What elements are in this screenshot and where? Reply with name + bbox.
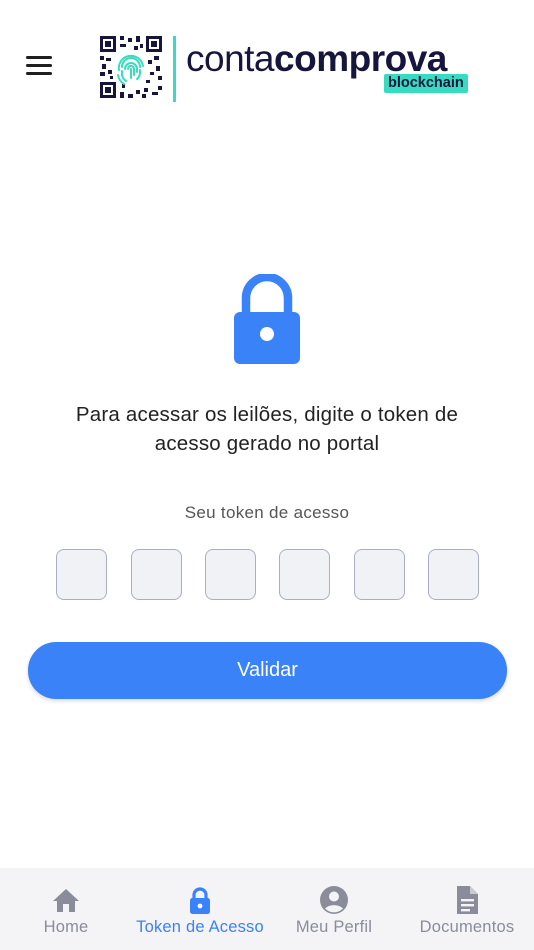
token-digit-4-input[interactable] [279,549,330,600]
instruction-text: Para acessar os leilões, digite o token … [0,400,534,458]
validate-button[interactable]: Validar [28,642,507,699]
token-digit-5-input[interactable] [353,549,405,600]
home-icon [53,889,79,912]
qr-fingerprint-logo-icon [100,36,162,98]
token-digit-3-input[interactable] [205,549,256,600]
instruction-line-2: acesso gerado no portal [154,432,380,455]
logo-word-regular: conta [186,38,275,79]
menu-icon[interactable] [26,56,52,76]
token-digit-1-input[interactable] [56,549,107,600]
tab-documentos[interactable]: Documentos [400,868,534,950]
logo-tag: blockchain [384,74,468,93]
instruction-line-1: Para acessar os leilões, digite o token … [75,403,459,426]
tab-meu-perfil[interactable]: Meu Perfil [268,868,400,950]
lock-icon [234,274,300,364]
lock-icon [190,887,210,914]
tab-documentos-label: Documentos [419,918,515,936]
tab-home-label: Home [43,918,89,936]
document-icon [457,886,478,914]
logo-word-bold: comprova [274,38,447,79]
token-digit-2-input[interactable] [130,549,182,600]
token-label: Seu token de acesso [184,503,350,522]
logo: contacomprova blockchain [100,36,480,102]
bottom-tab-bar: Home Token de Acesso Meu Perfil Document… [0,868,534,950]
app-header: contacomprova blockchain [0,0,534,120]
tab-token-de-acesso-label: Token de Acesso [136,918,264,936]
tab-home[interactable]: Home [0,868,132,950]
token-digit-6-input[interactable] [428,549,479,600]
tab-meu-perfil-label: Meu Perfil [295,918,373,936]
logo-divider [173,36,176,102]
token-input-group [56,549,480,601]
tab-token-de-acesso[interactable]: Token de Acesso [132,868,268,950]
user-circle-icon [320,886,348,914]
